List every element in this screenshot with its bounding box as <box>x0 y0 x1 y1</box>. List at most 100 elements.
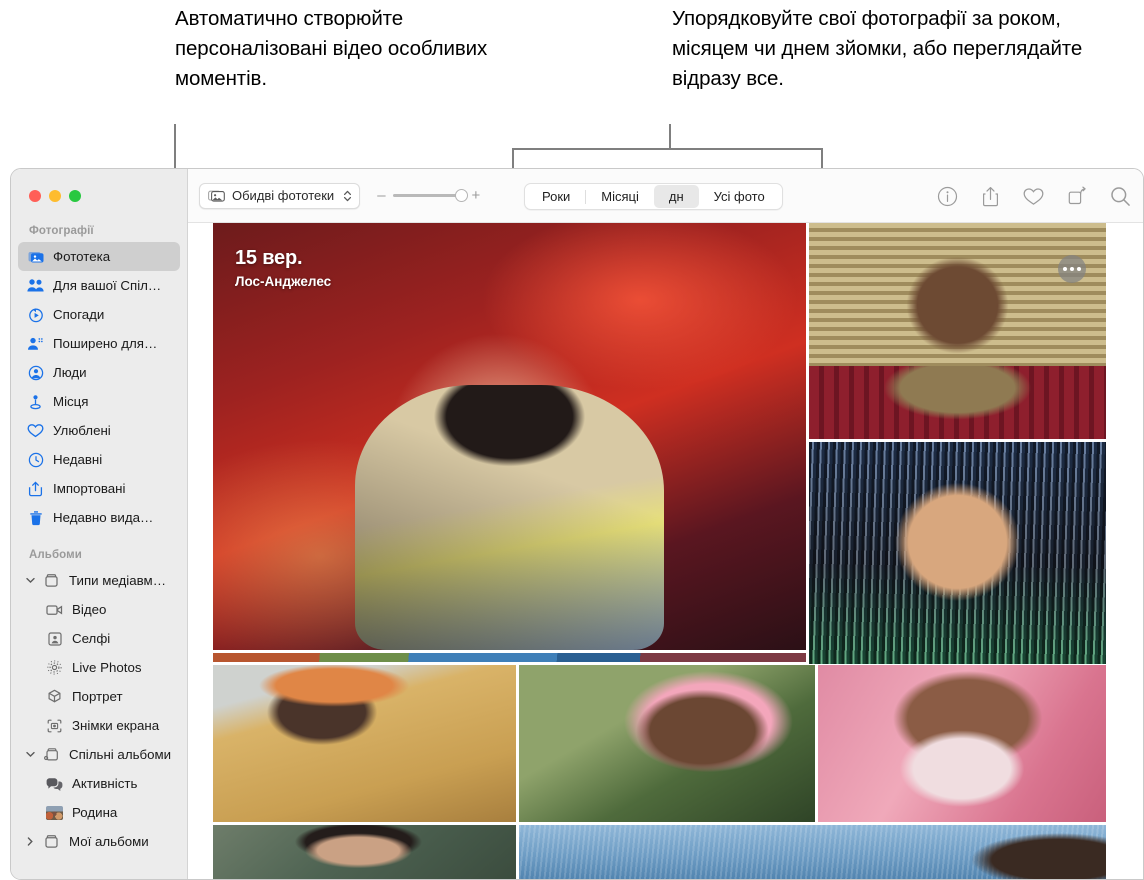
people-two-icon <box>27 277 44 294</box>
sidebar-section-albums-title: Альбоми <box>29 549 82 561</box>
sidebar-item-label: Імпортовані <box>53 481 126 496</box>
chevron-up-down-icon <box>343 189 352 203</box>
share-icon[interactable] <box>981 186 1000 207</box>
sidebar-item-label: Родина <box>72 805 118 820</box>
sidebar-item-label: Улюблені <box>53 423 111 438</box>
sidebar-item-media-types[interactable]: Типи медіавм… <box>18 566 180 595</box>
callout-right-bracket-right <box>821 148 823 170</box>
photo-laughing-woman[interactable] <box>213 825 516 879</box>
clock-icon <box>27 451 44 468</box>
album-icon <box>43 572 60 589</box>
place-label: Лос-Анджелес <box>235 274 332 289</box>
sidebar-item-for-you-shared[interactable]: Для вашої Спіл… <box>18 271 180 300</box>
sidebar-item-imports[interactable]: Імпортовані <box>18 474 180 503</box>
sidebar-item-label: Спільні альбоми <box>69 747 172 762</box>
close-button[interactable] <box>29 190 41 202</box>
tab-days[interactable]: дн <box>653 185 699 208</box>
library-popup-button[interactable]: Обидві фототеки <box>199 182 361 209</box>
sidebar-item-shared-with-you[interactable]: Поширено для… <box>18 329 180 358</box>
sidebar-item-family[interactable]: Родина <box>18 798 180 827</box>
photo-main-portrait-red[interactable]: 15 вер. Лос-Анджелес <box>213 223 806 650</box>
photo-grid: 15 вер. Лос-Анджелес <box>213 223 1143 879</box>
photo-drip-texture[interactable] <box>809 442 1106 664</box>
callout-right-bracket-top <box>512 148 823 150</box>
sidebar-item-label: Live Photos <box>72 660 142 675</box>
toolbar: Обидві фототеки – + Роки Місяці дн Усі ф… <box>188 169 1143 223</box>
library-popup-label: Обидві фототеки <box>232 188 335 203</box>
date-overlay: 15 вер. Лос-Анджелес <box>235 247 331 289</box>
sidebar-item-places[interactable]: Місця <box>18 387 180 416</box>
sidebar-item-recently-deleted[interactable]: Недавно вида… <box>18 503 180 532</box>
tab-all-photos[interactable]: Усі фото <box>699 185 780 208</box>
zoom-slider-track[interactable] <box>392 188 468 202</box>
sidebar-item-label: Портрет <box>72 689 123 704</box>
photo-beaded-headdress[interactable] <box>213 665 516 822</box>
sidebar-item-label: Знімки екрана <box>72 718 160 733</box>
photo-pink-bubblegum[interactable] <box>818 665 1106 822</box>
callout-right-text: Упорядковуйте свої фотографії за роком, … <box>672 7 1083 90</box>
map-pin-icon <box>27 393 44 410</box>
sidebar-item-selfies[interactable]: Селфі <box>18 624 180 653</box>
toolbar-actions <box>937 169 1131 223</box>
sidebar-item-favourites[interactable]: Улюблені <box>18 416 180 445</box>
sidebar-item-label: Мої альбоми <box>69 834 149 849</box>
callout-right-bracket-left <box>512 148 514 170</box>
chevron-down-icon[interactable] <box>24 577 37 584</box>
activity-bubbles-icon <box>46 775 63 792</box>
sidebar-item-live-photos[interactable]: Live Photos <box>18 653 180 682</box>
window-traffic-lights <box>11 169 187 223</box>
chevron-down-icon[interactable] <box>24 751 37 758</box>
photo-pink-afro[interactable] <box>519 665 815 822</box>
tab-months[interactable]: Місяці <box>586 185 654 208</box>
chevron-right-icon[interactable] <box>24 837 37 846</box>
video-icon <box>46 601 63 618</box>
photo-blinds-diner[interactable] <box>809 223 1106 439</box>
album-icon <box>43 833 60 850</box>
sidebar-item-memories[interactable]: Спогади <box>18 300 180 329</box>
screenshot-icon <box>46 717 63 734</box>
portrait-cube-icon <box>46 688 63 705</box>
live-photos-icon <box>46 659 63 676</box>
photo-ocean-swimmer[interactable] <box>519 825 1106 879</box>
sidebar-item-label: Типи медіавм… <box>69 573 166 588</box>
photo-stack-icon <box>208 189 225 203</box>
heart-icon[interactable] <box>1023 187 1044 206</box>
zoom-slider-thumb[interactable] <box>454 188 468 202</box>
sidebar-item-label: Активність <box>72 776 138 791</box>
sidebar-item-label: Недавні <box>53 452 103 467</box>
sidebar-item-activity[interactable]: Активність <box>18 769 180 798</box>
shared-album-icon <box>43 746 60 763</box>
zoom-out-label[interactable]: – <box>377 187 385 204</box>
sidebar-item-shared-albums[interactable]: Спільні альбоми <box>18 740 180 769</box>
more-options-button[interactable] <box>1058 255 1086 283</box>
sidebar-item-label: Відео <box>72 602 107 617</box>
memories-play-icon <box>27 306 44 323</box>
sidebar-item-label: Селфі <box>72 631 111 646</box>
shared-with-you-icon <box>27 335 44 352</box>
sidebar-item-my-albums[interactable]: Мої альбоми <box>18 827 180 856</box>
sidebar-item-people[interactable]: Люди <box>18 358 180 387</box>
search-icon[interactable] <box>1110 186 1131 207</box>
sidebar-item-videos[interactable]: Відео <box>18 595 180 624</box>
rotate-icon[interactable] <box>1067 186 1087 206</box>
sidebar-item-label: Спогади <box>53 307 105 322</box>
photo-strip-top-row[interactable] <box>213 653 806 662</box>
album-thumbnail <box>46 805 63 820</box>
sidebar-item-portrait[interactable]: Портрет <box>18 682 180 711</box>
zoom-slider[interactable]: – + <box>377 187 480 204</box>
sidebar-item-label: Недавно вида… <box>53 510 154 525</box>
zoom-button[interactable] <box>69 190 81 202</box>
sidebar: Фотографії Фототека Для вашої Спіл… Спог… <box>11 169 188 879</box>
sidebar-item-screenshots[interactable]: Знімки екрана <box>18 711 180 740</box>
info-icon[interactable] <box>937 186 958 207</box>
tab-years[interactable]: Роки <box>527 185 585 208</box>
zoom-in-label[interactable]: + <box>472 187 481 204</box>
sidebar-item-label: Для вашої Спіл… <box>53 278 162 293</box>
sidebar-section-photos-title: Фотографії <box>29 225 94 237</box>
date-label: 15 вер. <box>235 247 303 269</box>
import-icon <box>27 480 44 497</box>
minimize-button[interactable] <box>49 190 61 202</box>
heart-icon <box>27 422 44 439</box>
sidebar-item-recents[interactable]: Недавні <box>18 445 180 474</box>
sidebar-item-photo-library[interactable]: Фототека <box>18 242 180 271</box>
